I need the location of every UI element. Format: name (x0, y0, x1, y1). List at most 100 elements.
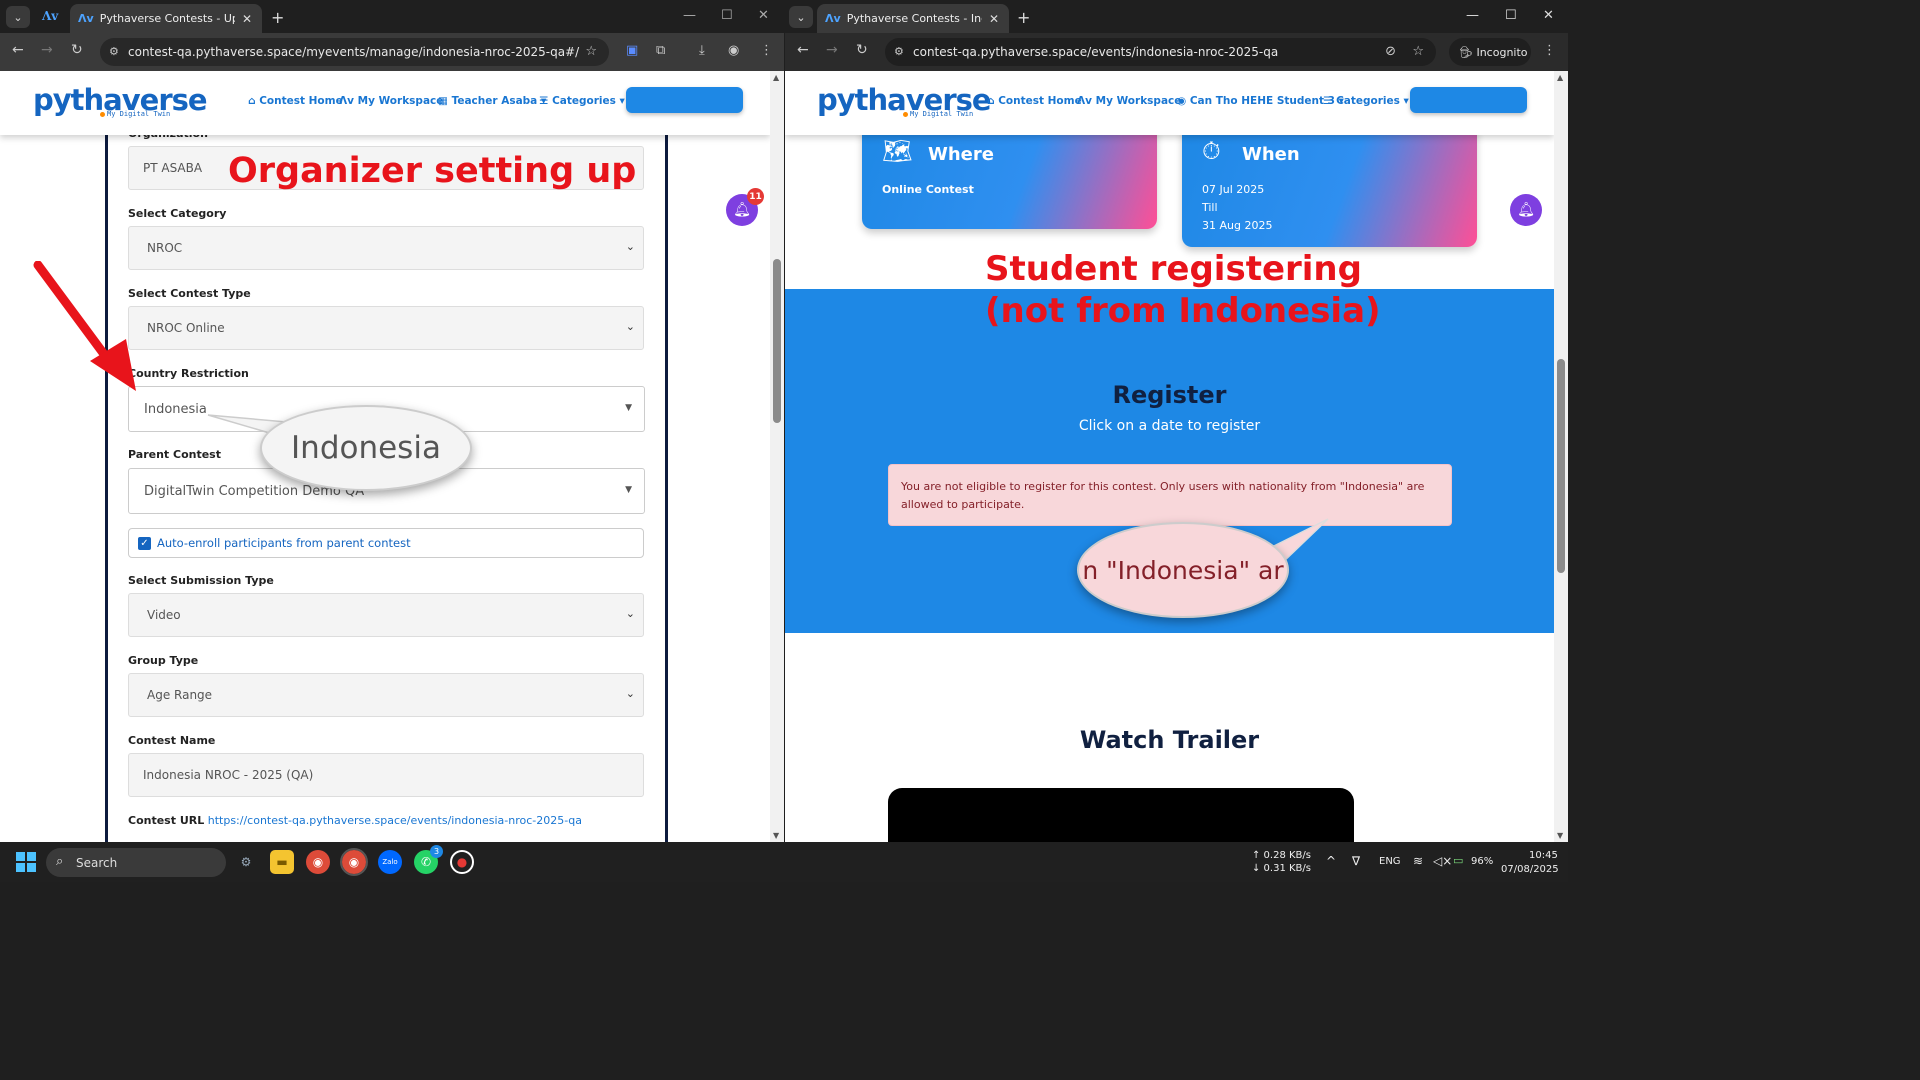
nav-my-workspace[interactable]: Λv My Workspace (1077, 95, 1181, 107)
home-icon: ⌂ (248, 95, 256, 107)
nav-user-menu[interactable]: ◉ Can Tho HEHE Student 3 ▾ (1177, 95, 1344, 107)
tab-close-icon[interactable]: ✕ (242, 12, 252, 26)
scroll-thumb[interactable] (1557, 359, 1565, 573)
register-title: Register (1112, 381, 1227, 409)
scroll-down-icon[interactable]: ▼ (773, 831, 779, 840)
menu-dots-icon[interactable]: ⋮ (760, 43, 773, 58)
whatsapp-icon[interactable]: ✆ 3 (414, 845, 443, 874)
vpn-icon[interactable]: ∇ (1352, 854, 1360, 868)
nav-user-menu[interactable]: ▦ Teacher Asaba ▾ (438, 95, 546, 107)
minimize-icon[interactable]: — (1466, 8, 1479, 23)
battery-percent: 96% (1471, 856, 1494, 867)
contest-url-link[interactable]: https://contest-qa.pythaverse.space/even… (208, 814, 582, 827)
maximize-icon[interactable]: ☐ (721, 8, 733, 23)
taskbar-search[interactable]: ⌕ Search (46, 848, 226, 877)
site-info-icon[interactable]: ⚙ (109, 45, 119, 58)
home-icon: ⌂ (987, 95, 995, 107)
zalo-icon[interactable]: Zalo (378, 850, 402, 874)
nav-contest-home[interactable]: ⌂ Contest Home (248, 95, 343, 107)
page-content: pythaverse My Digital Twin ⌂ Contest Hom… (0, 71, 770, 842)
windows-taskbar: ⌕ Search ⚙ ▬ ◉ ◉ Zalo ✆ 3 ● ↑ 0.28 KB/s ↓… (0, 842, 1568, 882)
chrome-incognito-icon[interactable]: ◉ (340, 848, 368, 876)
tab-search-chevron-icon[interactable]: ⌄ (6, 6, 30, 28)
record-icon[interactable]: ● (450, 850, 474, 874)
page-scrollbar[interactable]: ▲ ▼ (770, 71, 784, 842)
nav-contest-home[interactable]: ⌂ Contest Home (987, 95, 1082, 107)
download-icon[interactable]: ⤓ (699, 43, 705, 58)
contest-name-input[interactable]: Indonesia NROC - 2025 (QA) (128, 753, 644, 797)
nav-contest-home-label: Contest Home (259, 95, 343, 107)
category-label: Select Category (128, 207, 227, 220)
language-indicator[interactable]: ENG (1379, 856, 1401, 867)
reload-icon[interactable]: ↻ (71, 42, 83, 58)
notification-bell[interactable]: 🔔︎ (1510, 194, 1542, 226)
tab-title: Pythaverse Contests - Indonesi (846, 12, 982, 25)
address-bar[interactable]: ⚙ contest-qa.pythaverse.space/events/ind… (885, 38, 1436, 66)
wifi-icon[interactable]: ≋ (1413, 854, 1423, 868)
when-till: Till (1202, 201, 1218, 214)
new-tab-icon[interactable]: + (1017, 8, 1030, 27)
clock-date[interactable]: 07/08/2025 (1501, 864, 1559, 875)
maximize-icon[interactable]: ☐ (1505, 8, 1517, 23)
menu-dots-icon[interactable]: ⋮ (1543, 43, 1556, 58)
back-icon[interactable]: ← (797, 42, 809, 58)
nav-user-label: Teacher Asaba (451, 95, 538, 107)
speaker-muted-icon[interactable]: ◁× (1433, 854, 1452, 868)
contest-type-value: NROC Online (147, 321, 225, 335)
site-info-icon[interactable]: ⚙ (894, 45, 904, 58)
nav-my-workspace-label: My Workspace (1095, 95, 1182, 107)
back-icon[interactable]: ← (12, 42, 24, 58)
tab-search-chevron-icon[interactable]: ⌄ (789, 6, 813, 28)
clock-time[interactable]: 10:45 (1529, 850, 1558, 861)
net-upload: ↑ 0.28 KB/s (1252, 850, 1311, 861)
close-window-icon[interactable]: ✕ (758, 8, 769, 23)
checkbox-checked-icon[interactable]: ✓ (138, 537, 151, 550)
tab-active[interactable]: Λv Pythaverse Contests - Indonesi ✕ (817, 4, 1009, 33)
battery-icon[interactable]: ▭ (1453, 854, 1463, 867)
translate-icon[interactable]: ▣ (626, 43, 638, 58)
tab-close-icon[interactable]: ✕ (989, 12, 999, 26)
contest-url-label: Contest URL (128, 814, 205, 827)
windows-start-icon[interactable] (16, 852, 36, 872)
reload-icon[interactable]: ↻ (856, 42, 868, 58)
group-type-select[interactable]: Age Range ⌄ (128, 673, 644, 717)
caret-down-icon: ▾ (1403, 95, 1409, 107)
forward-icon[interactable]: → (41, 42, 53, 58)
submission-type-select[interactable]: Video ⌄ (128, 593, 644, 637)
caret-down-icon: ▼ (625, 485, 632, 495)
close-window-icon[interactable]: ✕ (1543, 8, 1554, 23)
nav-categories-label: Categories (552, 95, 616, 107)
header-action-button[interactable] (1410, 87, 1527, 113)
chrome-icon[interactable]: ◉ (306, 850, 330, 874)
contest-type-select[interactable]: NROC Online ⌄ (128, 306, 644, 350)
forward-icon[interactable]: → (826, 42, 838, 58)
scroll-up-icon[interactable]: ▲ (1557, 73, 1563, 82)
pythaverse-favicon-icon[interactable]: Λv (42, 9, 58, 23)
notification-bell[interactable]: 🔔︎ 11 (726, 188, 764, 226)
extensions-icon[interactable]: ⧉ (656, 43, 665, 58)
eye-off-icon[interactable]: ⊘ (1385, 44, 1396, 59)
incognito-indicator[interactable]: 🕵︎ Incognito (1449, 38, 1531, 66)
file-explorer-icon[interactable]: ▬ (270, 850, 294, 874)
bookmark-star-icon[interactable]: ☆ (585, 44, 597, 59)
nav-my-workspace[interactable]: Λv My Workspace (339, 95, 443, 107)
scroll-up-icon[interactable]: ▲ (773, 73, 779, 82)
new-tab-icon[interactable]: + (271, 8, 284, 27)
minimize-icon[interactable]: — (683, 8, 696, 23)
scroll-down-icon[interactable]: ▼ (1557, 831, 1563, 840)
scroll-thumb[interactable] (773, 259, 781, 423)
settings-app-icon[interactable]: ⚙ (234, 850, 258, 874)
nav-categories[interactable]: ☰ Categories ▾ (539, 95, 625, 107)
address-bar[interactable]: ⚙ contest-qa.pythaverse.space/myevents/m… (100, 38, 609, 66)
category-select[interactable]: NROC ⌄ (128, 226, 644, 270)
tray-chevron-up-icon[interactable]: ^ (1326, 854, 1336, 868)
bookmark-star-icon[interactable]: ☆ (1412, 44, 1424, 59)
logo-dot (100, 112, 105, 117)
trailer-video-player[interactable] (888, 788, 1354, 842)
nav-categories[interactable]: ☰ Categories ▾ (1323, 95, 1409, 107)
tab-active[interactable]: Λv Pythaverse Contests - Update c ✕ (70, 4, 262, 33)
profile-avatar-icon[interactable]: ◉ (728, 43, 739, 58)
header-action-button[interactable] (626, 87, 743, 113)
page-scrollbar[interactable]: ▲ ▼ (1554, 71, 1568, 842)
auto-enroll-checkbox-row[interactable]: ✓ Auto-enroll participants from parent c… (128, 528, 644, 558)
